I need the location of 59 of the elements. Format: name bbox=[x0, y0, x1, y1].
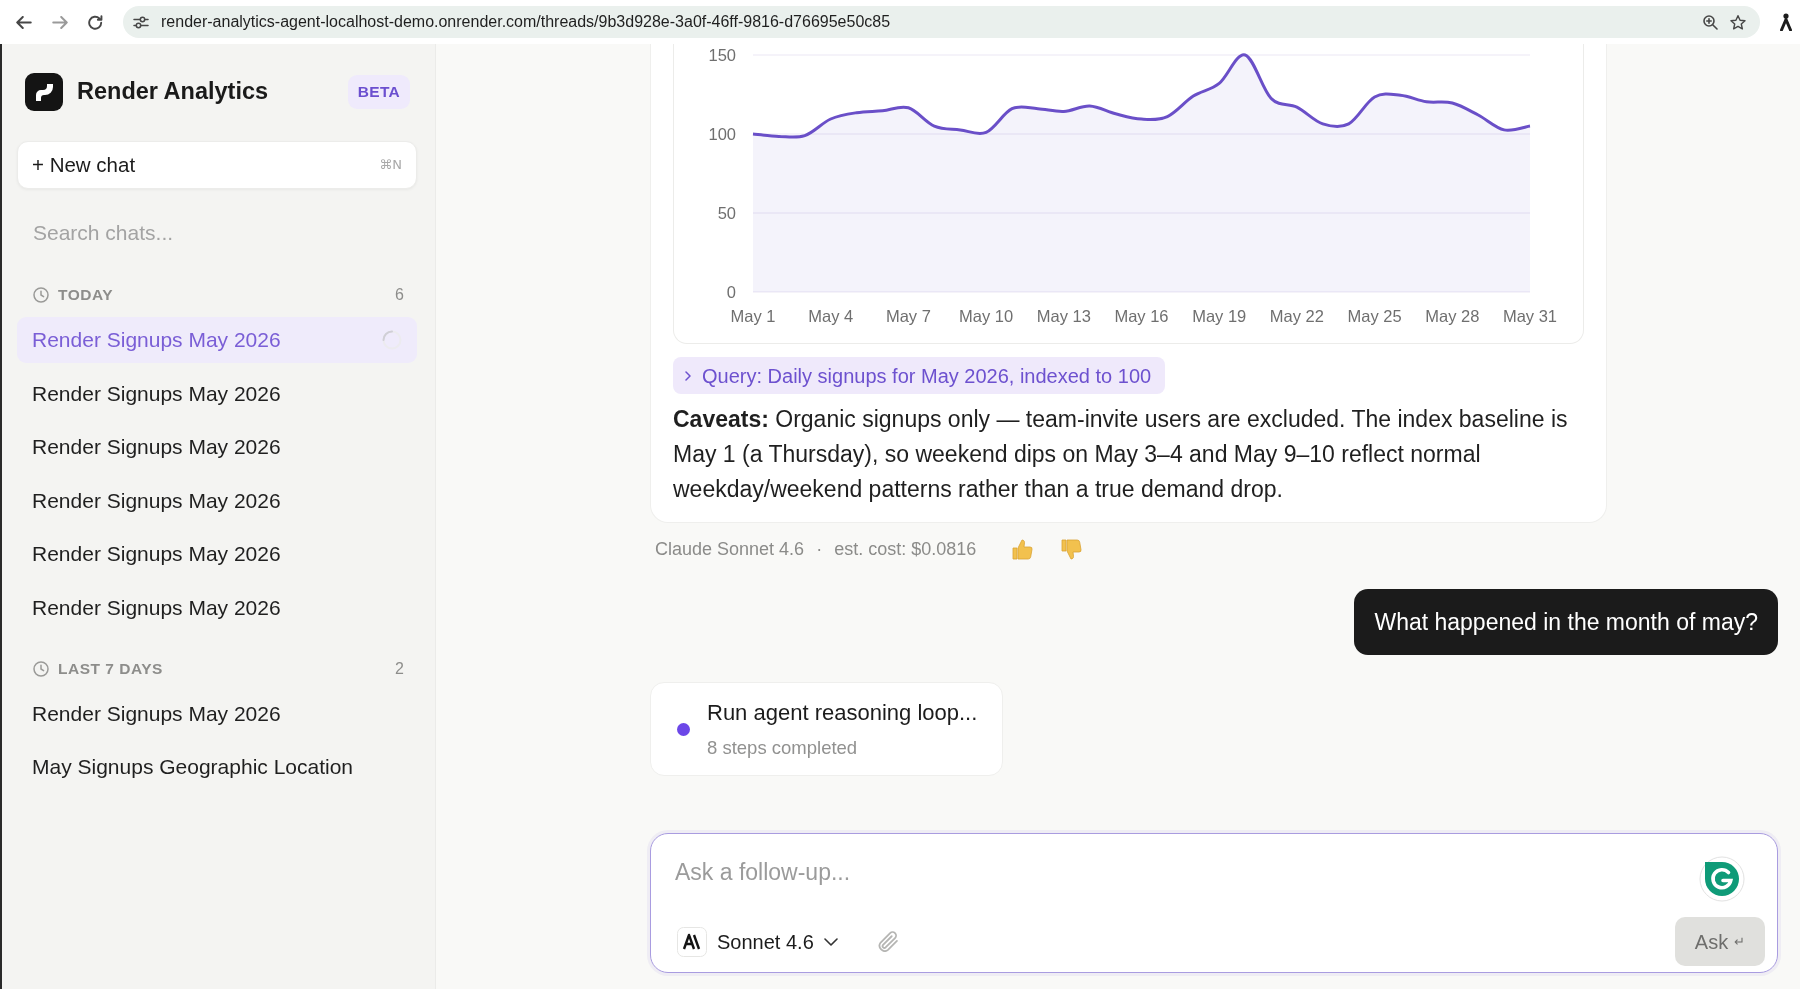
clock-icon bbox=[33, 287, 49, 303]
new-chat-button[interactable]: + New chat ⌘N bbox=[17, 141, 417, 189]
back-arrow-icon[interactable] bbox=[16, 15, 32, 29]
section-label: TODAY bbox=[58, 285, 114, 306]
thumbs-up-icon[interactable] bbox=[1012, 538, 1034, 560]
logo-icon bbox=[25, 73, 63, 111]
chat-item[interactable]: Render Signups May 2026 bbox=[17, 317, 417, 363]
axis-tick-label: May 25 bbox=[1347, 307, 1402, 325]
cost-estimate: est. cost: $0.0816 bbox=[834, 537, 977, 561]
section-count: 2 bbox=[395, 658, 404, 679]
step-status: 8 steps completed bbox=[707, 736, 859, 761]
chat-item[interactable]: May Signups Geographic Location bbox=[17, 744, 417, 790]
model-name: Claude Sonnet 4.6 bbox=[655, 537, 805, 561]
clock-icon bbox=[33, 660, 49, 677]
axis-tick-label: May 10 bbox=[959, 307, 1014, 325]
star-icon[interactable] bbox=[1730, 14, 1746, 30]
app-title: Render Analytics bbox=[77, 77, 269, 107]
user-message: What happened in the month of may? bbox=[1354, 589, 1778, 655]
section-label: LAST 7 DAYS bbox=[58, 658, 163, 679]
section-count: 6 bbox=[395, 285, 404, 305]
chat-item[interactable]: Render Signups May 2026 bbox=[17, 531, 417, 577]
axis-tick-label: May 31 bbox=[1502, 307, 1558, 325]
query-toggle[interactable]: Query: Daily signups for May 2026, indexed to 100 bbox=[673, 357, 1166, 394]
chat-item[interactable]: Render Signups May 2026 bbox=[17, 424, 417, 470]
step-title: Run agent reasoning loop... bbox=[707, 699, 978, 728]
axis-tick-label: 50 bbox=[717, 203, 736, 222]
axis-tick-label: 100 bbox=[708, 124, 736, 143]
axis-tick-label: 150 bbox=[708, 45, 736, 64]
chevron-down-icon bbox=[823, 937, 838, 946]
forward-arrow-icon[interactable] bbox=[52, 15, 68, 29]
chat-item[interactable]: Render Signups May 2026 bbox=[17, 477, 417, 524]
beta-badge: BETA bbox=[347, 75, 410, 109]
reload-icon[interactable] bbox=[88, 14, 103, 30]
tune-icon[interactable] bbox=[133, 15, 149, 29]
search-field[interactable]: Search chats... bbox=[17, 215, 417, 251]
chat-item[interactable]: Render Signups May 2026 bbox=[17, 584, 417, 631]
thumbs-down-icon[interactable] bbox=[1061, 538, 1083, 560]
message-input[interactable]: Ask a follow-up... bbox=[675, 856, 1675, 888]
axis-tick-label: 0 bbox=[726, 282, 736, 301]
zoom-in-icon[interactable] bbox=[1703, 14, 1718, 30]
chat-item[interactable]: Render Signups May 2026 bbox=[17, 370, 417, 417]
person-icon[interactable] bbox=[1780, 13, 1792, 31]
chat-item[interactable]: Render Signups May 2026 bbox=[17, 690, 417, 737]
caveats-paragraph: Caveats: Organic signups only — team-invite users are excluded. The index baseline is May 1 (a Thursday), so weekend dips on May 3–4 and May 9–10 reflect normal weekday/weekend patterns rather than a true demand drop. bbox=[673, 405, 1569, 504]
axis-tick-label: May 1 bbox=[730, 307, 776, 325]
url-text: render-analytics-agent-localhost-demo.onrender.com/threads/9b3d928e-3a0f-46ff-9816-d76695e50c85 bbox=[161, 12, 891, 32]
address-bar[interactable]: render-analytics-agent-localhost-demo.onrender.com/threads/9b3d928e-3a0f-46ff-9816-d76695e50c85 bbox=[123, 6, 1760, 38]
axis-tick-label: May 13 bbox=[1036, 307, 1091, 325]
axis-tick-label: May 28 bbox=[1425, 307, 1480, 325]
g-badge-icon[interactable] bbox=[1699, 856, 1745, 902]
separator: · bbox=[816, 537, 823, 561]
axis-tick-label: May 7 bbox=[885, 307, 931, 325]
axis-tick-label: May 4 bbox=[808, 307, 854, 325]
model-logo-icon bbox=[677, 926, 707, 957]
paperclip-icon[interactable] bbox=[877, 931, 898, 952]
axis-tick-label: May 16 bbox=[1114, 307, 1169, 325]
axis-tick-label: May 22 bbox=[1269, 307, 1324, 325]
model-selector[interactable]: Sonnet 4.6 bbox=[675, 926, 838, 957]
axis-tick-label: May 19 bbox=[1192, 307, 1247, 325]
